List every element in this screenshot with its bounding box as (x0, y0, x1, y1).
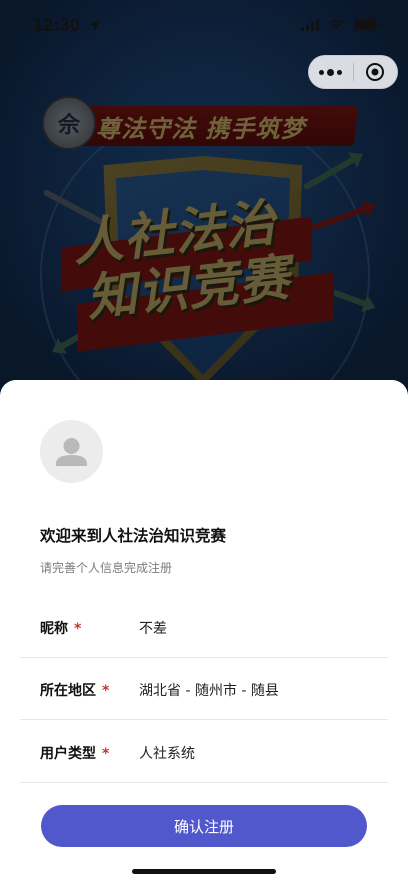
user-type-row[interactable]: 用户类型 * 人社系统 (20, 721, 388, 783)
user-type-label-text: 用户类型 (40, 746, 96, 762)
registration-sheet: 欢迎来到人社法治知识竞赛 请完善个人信息完成注册 昵称 * 不差 所在地区 * 湖北… (0, 380, 408, 883)
more-dots-icon[interactable] (309, 68, 353, 76)
location-arrow-icon (89, 20, 101, 31)
welcome-title: 欢迎来到人社法治知识竞赛 (40, 527, 227, 545)
required-mark: * (74, 621, 82, 637)
status-bar: 12:30 (0, 0, 408, 54)
confirm-register-button[interactable]: 确认注册 (41, 805, 367, 847)
home-indicator (132, 869, 276, 874)
status-time: 12:30 (33, 15, 101, 36)
nickname-label: 昵称 * (40, 618, 81, 638)
avatar[interactable] (40, 420, 103, 483)
user-type-label: 用户类型 * (40, 743, 109, 763)
time-text: 12:30 (33, 15, 81, 35)
region-label-text: 所在地区 (40, 683, 96, 699)
required-mark: * (102, 746, 110, 762)
region-row[interactable]: 所在地区 * 湖北省 - 随州市 - 随县 (20, 658, 388, 720)
required-mark: * (102, 683, 110, 699)
wifi-icon (329, 18, 344, 30)
welcome-subtitle: 请完善个人信息完成注册 (40, 561, 173, 575)
nickname-row[interactable]: 昵称 * 不差 (20, 596, 388, 658)
close-target-icon[interactable] (353, 62, 397, 82)
battery-icon (353, 18, 380, 31)
miniprogram-capsule (308, 55, 398, 89)
status-icons (301, 18, 380, 31)
avatar-placeholder-icon (56, 438, 87, 466)
user-type-picker[interactable]: 人社系统 (139, 743, 195, 763)
region-label: 所在地区 * (40, 680, 109, 700)
nickname-label-text: 昵称 (40, 621, 68, 637)
nickname-field[interactable]: 不差 (139, 618, 167, 638)
region-picker[interactable]: 湖北省 - 随州市 - 随县 (139, 680, 279, 700)
signal-icon (301, 18, 319, 31)
